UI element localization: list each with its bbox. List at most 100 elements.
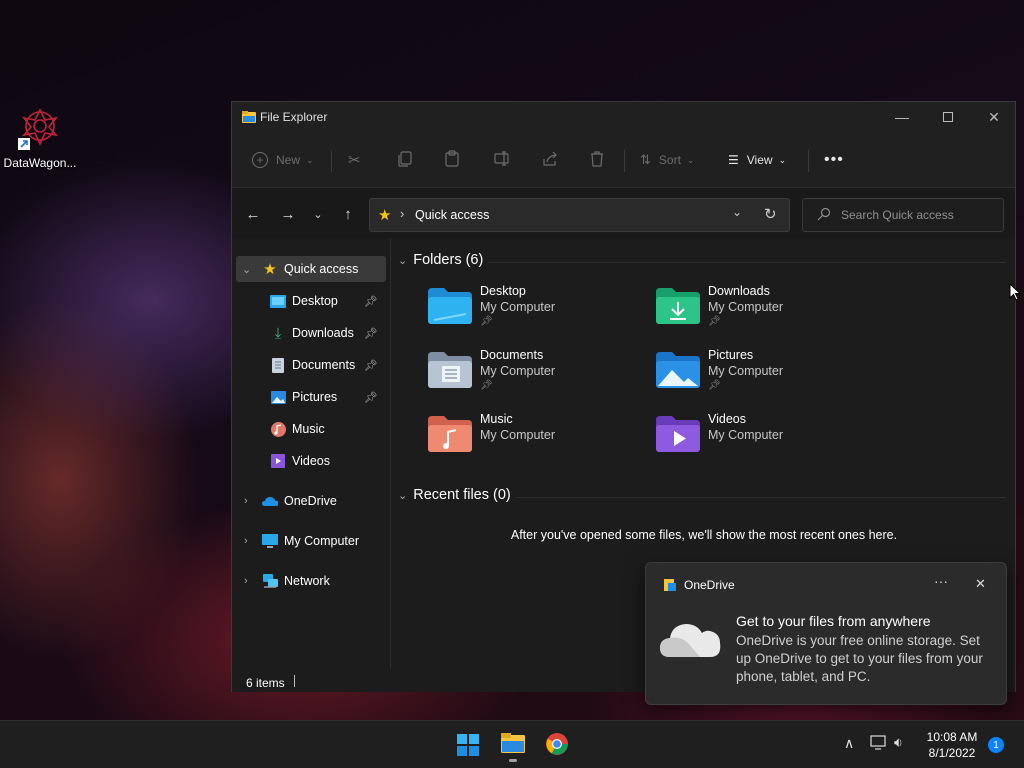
search-box[interactable] (802, 198, 1004, 232)
rename-button[interactable] (494, 144, 511, 176)
documents-folder-icon (428, 352, 472, 388)
maximize-button[interactable] (925, 102, 971, 132)
pin-icon[interactable]: 📌︎ (364, 327, 378, 340)
notification-body: OneDrive is your free online storage. Se… (736, 633, 983, 684)
chevron-down-icon[interactable]: ⌄ (242, 263, 251, 276)
network-icon (262, 573, 278, 589)
running-indicator (509, 759, 517, 762)
nav-item-videos[interactable]: Videos (236, 448, 386, 474)
clock[interactable]: 10:08 AM 8/1/2022 (918, 729, 986, 761)
view-button[interactable]: ☰ View ⌄ (728, 144, 786, 176)
desktop-shortcut-datawagon[interactable]: DataWagon... (2, 104, 78, 170)
toolbar-divider (331, 150, 332, 172)
recent-files-section-header[interactable]: ⌄ Recent files (0) (398, 487, 511, 503)
folder-location: My Computer (708, 364, 784, 378)
forward-button[interactable]: → (276, 202, 300, 226)
nav-item-label: Quick access (284, 262, 359, 276)
downloads-folder-icon (656, 288, 700, 324)
folder-tile-desktop[interactable]: Desktop My Computer 📌︎ (428, 284, 648, 340)
download-arrow-icon: ⤓ (274, 324, 282, 342)
window-title: File Explorer (260, 110, 328, 124)
toolbar-divider (624, 150, 625, 172)
pane-divider[interactable] (390, 238, 391, 668)
nav-item-network[interactable]: › Network (236, 568, 386, 594)
delete-button[interactable] (590, 144, 604, 176)
maximize-icon (943, 112, 953, 122)
refresh-icon[interactable]: ↻ (764, 205, 777, 223)
show-hidden-icons-chevron-icon[interactable]: ∧ (844, 735, 854, 752)
folder-name: Desktop (480, 284, 526, 298)
cut-button[interactable]: ✂ (348, 144, 361, 176)
recent-files-empty-message: After you've opened some files, we'll sh… (510, 528, 898, 542)
title-bar[interactable]: File Explorer — ✕ (232, 102, 1015, 132)
breadcrumb-location[interactable]: Quick access (415, 208, 489, 222)
view-list-icon: ☰ (728, 153, 739, 167)
folder-name: Documents (480, 348, 544, 362)
picture-icon (270, 389, 286, 405)
folders-section-header[interactable]: ⌄ Folders (6) (398, 252, 483, 268)
trash-icon (590, 150, 604, 170)
folder-tile-documents[interactable]: Documents My Computer 📌︎ (428, 348, 648, 404)
nav-item-my-computer[interactable]: › My Computer (236, 528, 386, 554)
section-divider (488, 262, 1006, 263)
nav-item-pictures[interactable]: Pictures 📌︎ (236, 384, 386, 410)
folder-tile-music[interactable]: Music My Computer (428, 412, 648, 468)
see-more-button[interactable]: ••• (824, 144, 844, 176)
document-icon (270, 357, 286, 373)
pin-icon[interactable]: 📌︎ (364, 359, 378, 372)
nav-item-documents[interactable]: Documents 📌︎ (236, 352, 386, 378)
address-history-chevron-icon[interactable]: ⌄ (732, 205, 742, 219)
item-count: 6 items (246, 676, 285, 690)
pin-icon: 📌︎ (480, 380, 493, 391)
chevron-right-icon[interactable]: › (244, 535, 248, 547)
network-status-icon[interactable] (870, 735, 888, 754)
sort-button[interactable]: ⇅ Sort ⌄ (640, 144, 694, 176)
taskbar-chrome-button[interactable] (545, 732, 569, 756)
onedrive-notification[interactable]: OneDrive ··· ✕ Get to your files from an… (645, 562, 1007, 705)
paste-button[interactable] (444, 144, 460, 176)
recent-files-heading: Recent files (0) (413, 487, 511, 503)
address-box[interactable]: ★ › Quick access ⌄ ↻ (369, 198, 790, 232)
chevron-right-icon[interactable]: › (244, 495, 248, 507)
folder-tile-videos[interactable]: Videos My Computer (656, 412, 876, 468)
minimize-button[interactable]: — (879, 102, 925, 132)
folder-tile-pictures[interactable]: Pictures My Computer 📌︎ (656, 348, 876, 404)
pin-icon[interactable]: 📌︎ (364, 391, 378, 404)
taskbar: ∧ 🔉︎ 10:08 AM 8/1/2022 1 (0, 720, 1024, 768)
nav-item-music[interactable]: Music (236, 416, 386, 442)
scissors-icon: ✂ (348, 152, 361, 169)
folder-tile-downloads[interactable]: Downloads My Computer 📌︎ (656, 284, 876, 340)
volume-icon[interactable]: 🔉︎ (894, 734, 903, 751)
nav-item-label: Desktop (292, 294, 338, 308)
back-button[interactable]: ← (241, 202, 265, 226)
onedrive-cloud-icon (262, 493, 278, 509)
copy-button[interactable] (398, 144, 412, 176)
up-button[interactable]: ↑ (336, 202, 360, 226)
chevron-right-icon[interactable]: › (244, 575, 248, 587)
nav-item-quick-access[interactable]: ⌄ ★ Quick access (236, 256, 386, 282)
share-button[interactable] (542, 144, 558, 176)
new-button[interactable]: + New ⌄ (252, 144, 314, 176)
folder-name: Pictures (708, 348, 754, 362)
folder-name: Music (480, 412, 513, 426)
windows-logo-icon (457, 734, 479, 756)
share-icon (542, 151, 558, 170)
notification-count-badge[interactable]: 1 (988, 737, 1004, 753)
pin-icon[interactable]: 📌︎ (364, 295, 378, 308)
search-input[interactable] (841, 208, 991, 222)
nav-item-downloads[interactable]: ⤓ Downloads 📌︎ (236, 320, 386, 346)
notification-app-name: OneDrive (684, 578, 735, 592)
nav-item-desktop[interactable]: Desktop 📌︎ (236, 288, 386, 314)
sort-icon: ⇅ (640, 152, 651, 167)
recent-locations-button[interactable]: ⌄ (306, 202, 330, 226)
music-folder-icon (428, 416, 472, 452)
pin-icon: 📌︎ (708, 380, 721, 391)
start-button[interactable] (456, 733, 480, 757)
notification-more-options-icon[interactable]: ··· (934, 573, 948, 589)
notification-close-icon[interactable]: ✕ (975, 576, 986, 592)
close-button[interactable]: ✕ (971, 102, 1017, 132)
nav-item-onedrive[interactable]: › OneDrive (236, 488, 386, 514)
star-icon: ★ (263, 261, 277, 278)
more-dots-icon: ••• (824, 151, 844, 168)
taskbar-file-explorer-button[interactable] (500, 731, 526, 762)
